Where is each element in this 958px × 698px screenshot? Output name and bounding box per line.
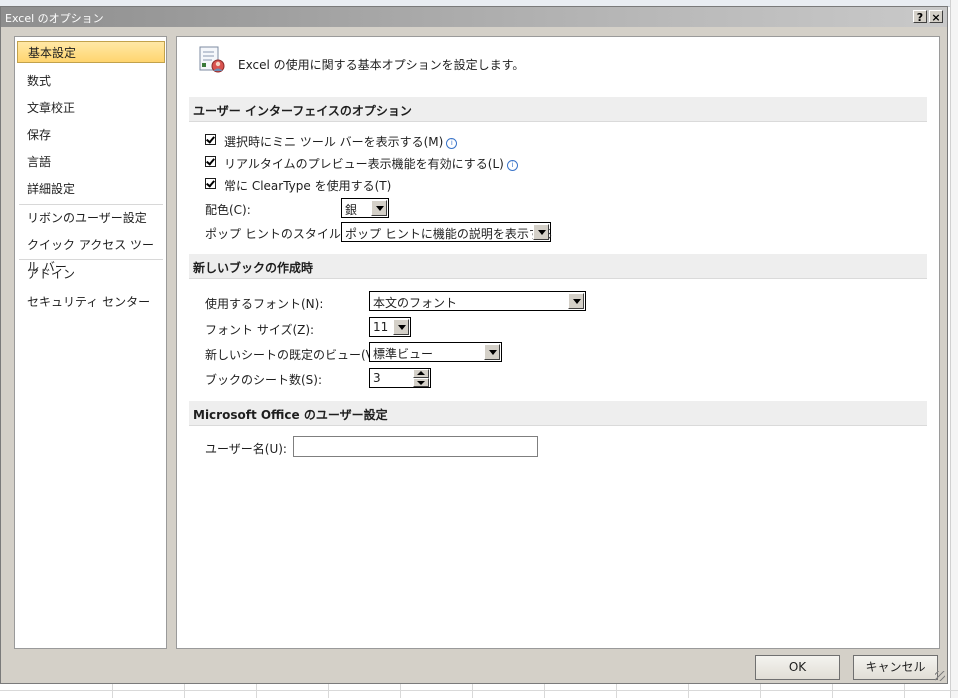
section-ui-options: ユーザー インターフェイスのオプション — [189, 97, 927, 122]
nav-divider — [19, 259, 163, 260]
live-preview-checkbox[interactable] — [205, 156, 216, 167]
nav-divider — [19, 204, 163, 205]
nav-item-language[interactable]: 言語 — [17, 151, 165, 173]
nav-item-trust-center[interactable]: セキュリティ センター — [17, 291, 165, 313]
font-size-value: 11 — [373, 320, 389, 334]
spin-down-icon[interactable] — [413, 378, 429, 387]
cleartype-label: 常に ClearType を使用する(T) — [224, 179, 392, 193]
color-scheme-value: 銀 — [345, 203, 358, 217]
sheet-count-value: 3 — [373, 371, 381, 385]
section-title: 新しいブックの作成時 — [193, 261, 314, 275]
chevron-down-icon[interactable] — [484, 344, 500, 360]
info-icon[interactable]: i — [506, 160, 518, 171]
category-nav: 基本設定 数式 文章校正 保存 言語 詳細設定 リボンのユーザー設定 クイック … — [14, 36, 167, 649]
live-preview-label: リアルタイムのプレビュー表示機能を有効にする(L) — [224, 157, 504, 171]
color-scheme-label: 配色(C): — [205, 203, 251, 217]
title-bar[interactable]: Excel のオプション ? × — [1, 7, 947, 27]
chevron-down-icon[interactable] — [371, 200, 387, 216]
section-title: ユーザー インターフェイスのオプション — [193, 104, 412, 118]
close-button[interactable]: × — [929, 10, 943, 24]
font-dropdown[interactable]: 本文のフォント — [369, 291, 586, 311]
font-label: 使用するフォント(N): — [205, 297, 324, 311]
nav-item-quick-access-toolbar[interactable]: クイック アクセス ツール バー — [17, 234, 165, 274]
nav-item-save[interactable]: 保存 — [17, 124, 165, 146]
color-scheme-dropdown[interactable]: 銀 — [341, 198, 389, 218]
nav-item-addins[interactable]: アドイン — [17, 263, 165, 285]
font-size-label: フォント サイズ(Z): — [205, 323, 315, 337]
resize-grip-icon[interactable] — [935, 671, 945, 681]
spreadsheet-gridline — [0, 690, 958, 691]
mini-toolbar-label: 選択時にミニ ツール バーを表示する(M) — [224, 135, 444, 149]
section-title: Microsoft Office のユーザー設定 — [193, 408, 388, 422]
cleartype-checkbox[interactable] — [205, 178, 216, 189]
ok-button[interactable]: OK — [755, 655, 840, 680]
nav-item-customize-ribbon[interactable]: リボンのユーザー設定 — [17, 207, 165, 229]
chevron-down-icon[interactable] — [533, 224, 549, 240]
cancel-button[interactable]: キャンセル — [853, 655, 938, 680]
nav-item-general[interactable]: 基本設定 — [17, 41, 165, 63]
spreadsheet-right-edge — [950, 0, 958, 698]
options-panel: Excel の使用に関する基本オプションを設定します。 ユーザー インターフェイ… — [176, 36, 940, 649]
username-input[interactable] — [293, 436, 538, 457]
username-label: ユーザー名(U): — [205, 442, 287, 456]
mini-toolbar-checkbox[interactable] — [205, 134, 216, 145]
excel-options-dialog: Excel のオプション ? × 基本設定 数式 文章校正 保存 言語 詳細設定… — [0, 6, 948, 684]
section-office-user: Microsoft Office のユーザー設定 — [189, 401, 927, 426]
default-view-value: 標準ビュー — [373, 347, 434, 361]
screentip-style-label: ポップ ヒントのスタイル(R): — [205, 227, 363, 241]
nav-item-formulas[interactable]: 数式 — [17, 70, 165, 92]
header-description: Excel の使用に関する基本オプションを設定します。 — [238, 58, 525, 72]
font-value: 本文のフォント — [373, 296, 458, 310]
sheet-count-label: ブックのシート数(S): — [205, 373, 323, 387]
spin-up-icon[interactable] — [413, 369, 429, 378]
default-view-label: 新しいシートの既定のビュー(V): — [205, 348, 383, 362]
chevron-down-icon[interactable] — [393, 319, 409, 335]
screentip-style-dropdown[interactable]: ポップ ヒントに機能の説明を表示する — [341, 222, 553, 242]
info-icon[interactable]: i — [446, 138, 458, 149]
chevron-down-icon[interactable] — [568, 293, 584, 309]
nav-item-advanced[interactable]: 詳細設定 — [17, 178, 165, 200]
screentip-style-value: ポップ ヒントに機能の説明を表示する — [345, 227, 553, 241]
default-view-dropdown[interactable]: 標準ビュー — [369, 342, 502, 362]
nav-item-proofing[interactable]: 文章校正 — [17, 97, 165, 119]
options-icon — [197, 45, 227, 75]
help-button[interactable]: ? — [913, 10, 927, 24]
section-new-workbook: 新しいブックの作成時 — [189, 254, 927, 279]
sheet-count-spinner[interactable]: 3 — [369, 368, 431, 388]
dialog-title: Excel のオプション — [5, 12, 104, 25]
font-size-dropdown[interactable]: 11 — [369, 317, 411, 337]
